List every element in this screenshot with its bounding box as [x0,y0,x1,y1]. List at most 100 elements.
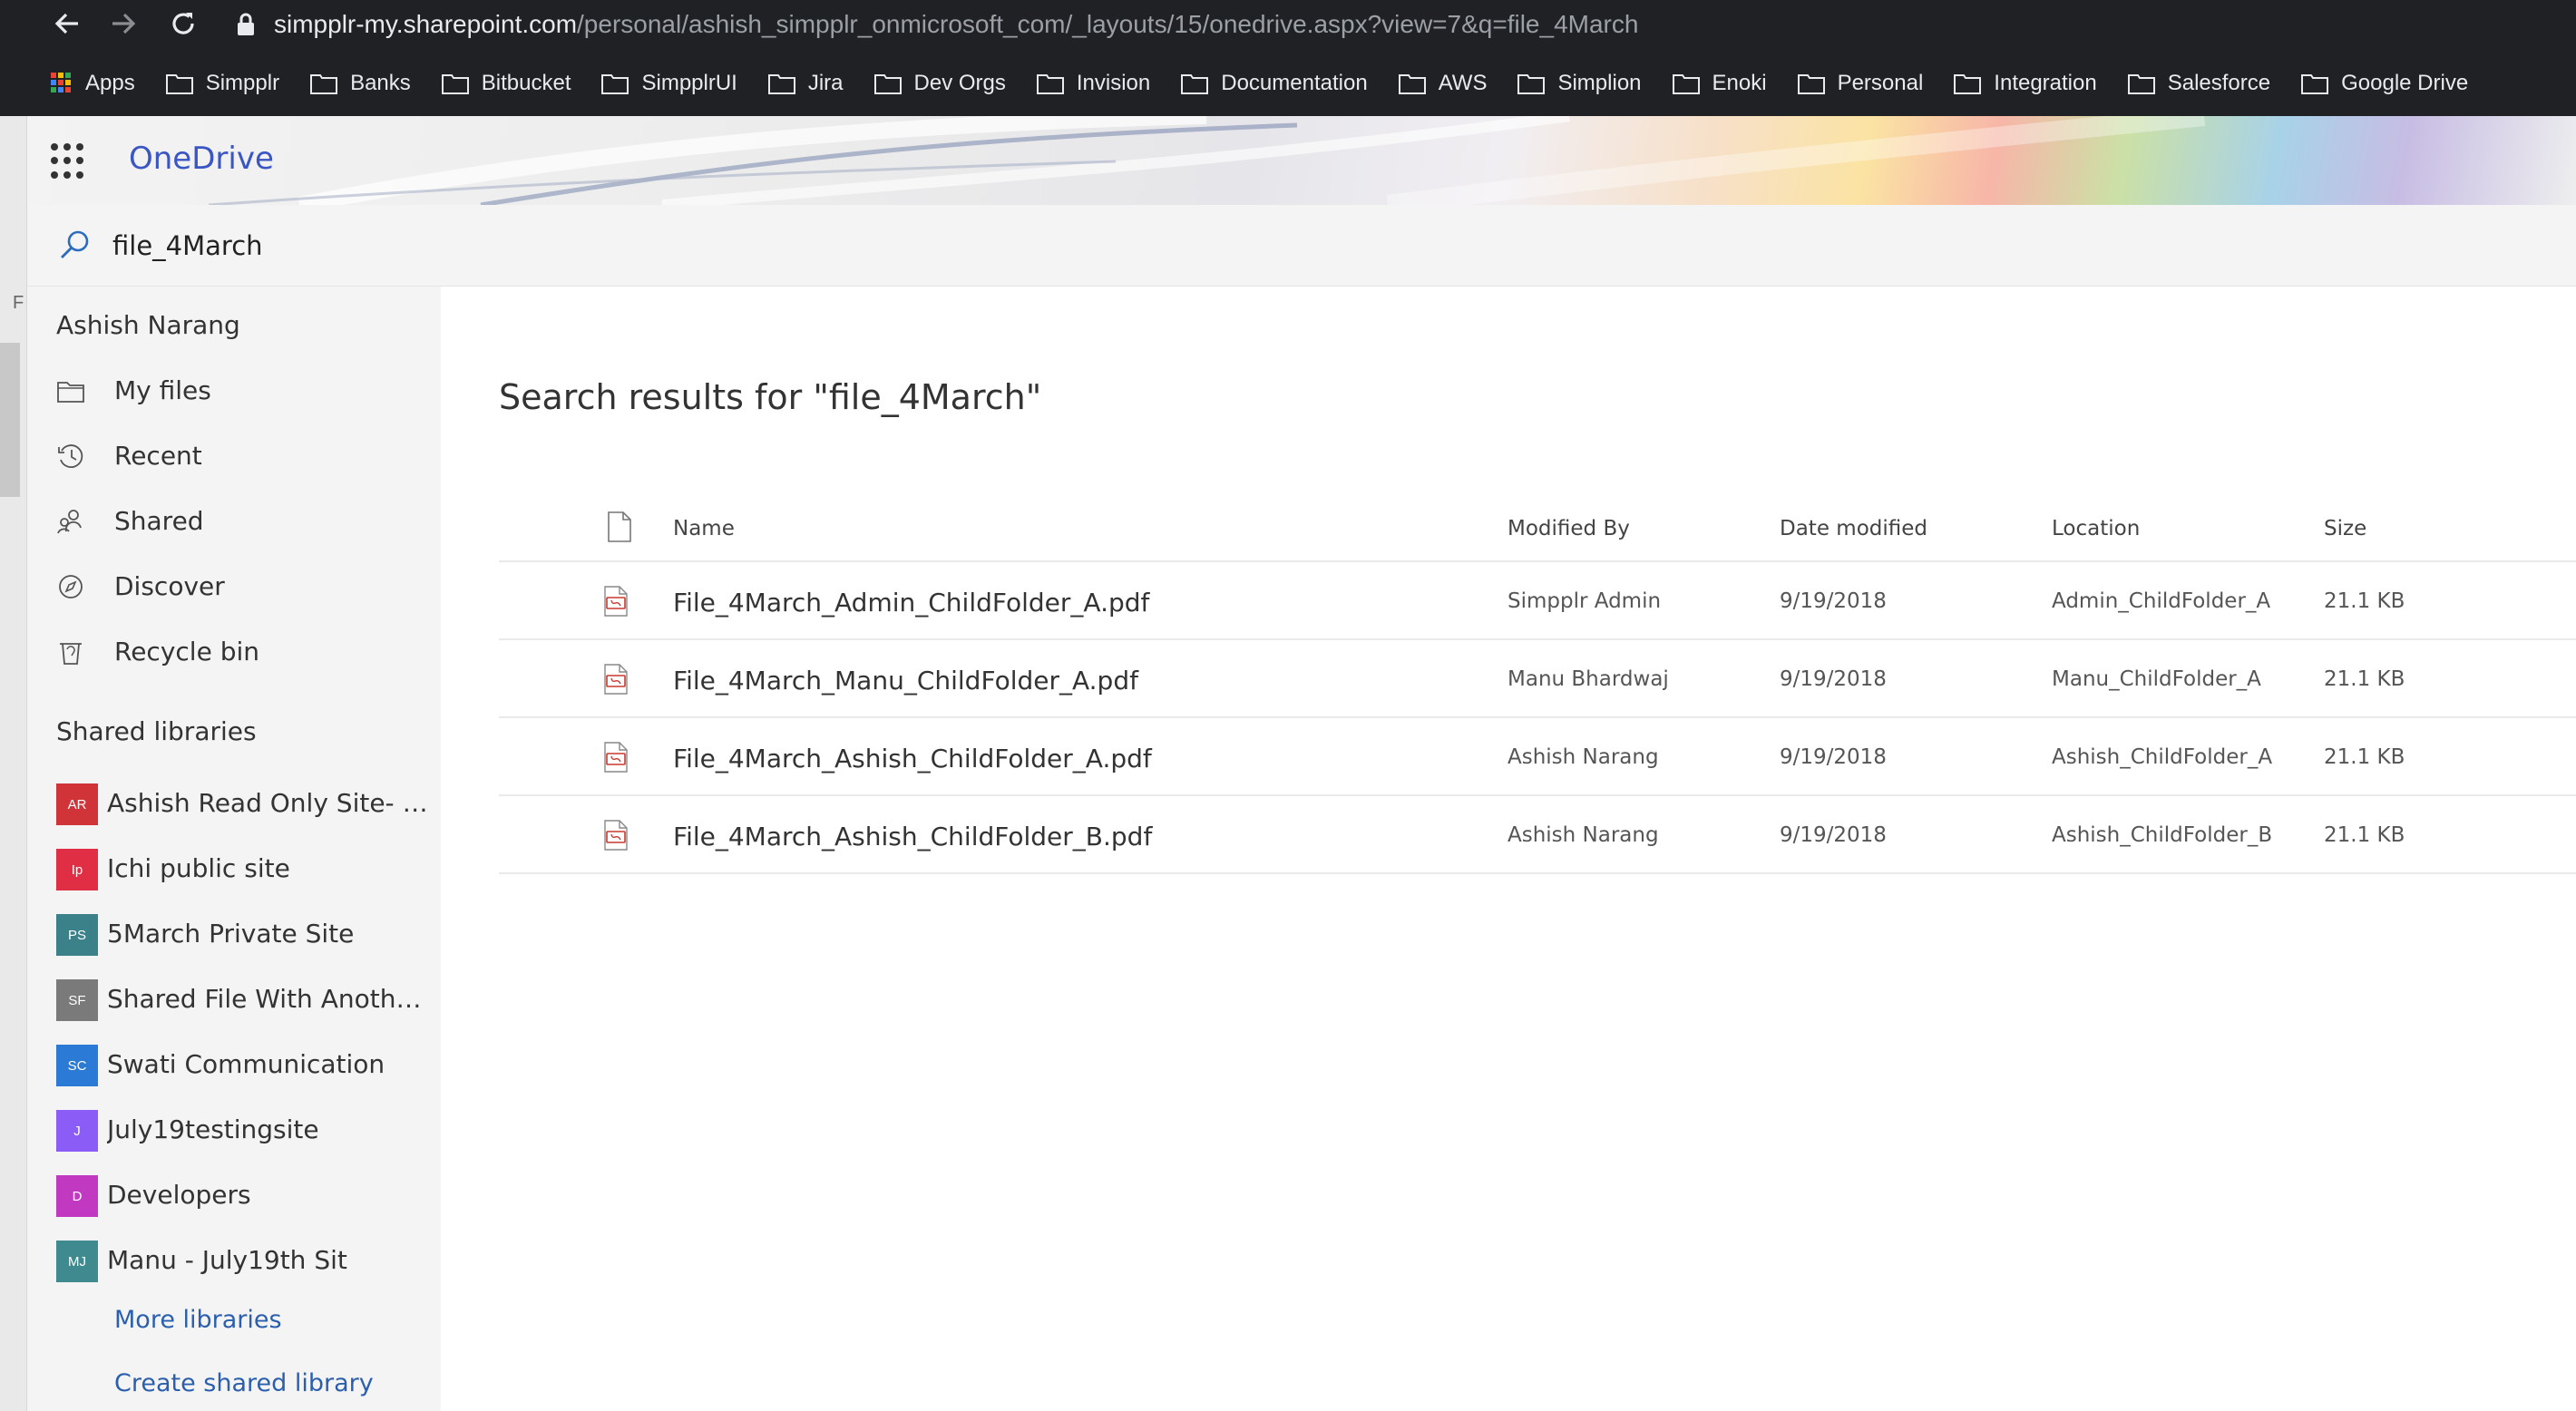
shared-library-item[interactable]: AR Ashish Read Only Site- Ashish Narang [27,773,441,831]
sidebar-item-label: Shared [114,505,204,536]
shared-library-item[interactable]: Ip Ichi public site [27,838,441,896]
sidebar-item-recent[interactable]: Recent [27,426,441,484]
date-modified-cell: 9/19/2018 [1780,667,1887,691]
url-path: /personal/ashish_simpplr_onmicrosoft_com… [577,10,1639,38]
search-icon[interactable] [58,229,91,261]
shared-library-item[interactable]: PS 5March Private Site [27,903,441,961]
shared-library-item[interactable]: MJ Manu - July19th Sit [27,1230,441,1288]
bookmark-label: Google Drive [2341,71,2469,95]
folder-icon [2301,74,2329,94]
forward-button[interactable] [105,5,141,42]
location-cell[interactable]: Ashish_ChildFolder_B [2052,823,2272,847]
bookmark-folder[interactable]: Salesforce [2127,71,2270,96]
browser-toolbar: simpplr-my.sharepoint.com/personal/ashis… [0,0,2576,116]
shared-library-item[interactable]: SC Swati Communication [27,1034,441,1092]
shared-library-item[interactable]: SF Shared File With Another User [27,968,441,1027]
bookmark-folder[interactable]: Bitbucket [441,71,571,96]
column-header-location[interactable]: Location [2052,517,2140,540]
modified-by-cell: Ashish Narang [1508,823,1659,847]
modified-by-cell: Manu Bhardwaj [1508,667,1669,691]
folder-icon [1181,74,1209,94]
page-title: Search results for "file_4March" [499,377,1042,417]
reload-button[interactable] [165,5,201,42]
shared-library-item[interactable]: J July19testingsite [27,1099,441,1157]
shared-library-label: Manu - July19th Sit [107,1245,347,1275]
sidebar-item-label: My files [114,375,211,405]
pdf-file-icon [604,820,628,851]
location-cell[interactable]: Manu_ChildFolder_A [2052,667,2261,691]
shared-library-label: July19testingsite [107,1114,319,1144]
folder-icon [1036,74,1064,94]
folder-icon [310,74,338,94]
folder-icon [1398,74,1426,94]
bookmark-folder[interactable]: Banks [310,71,411,96]
bookmark-folder[interactable]: Personal [1797,71,1924,96]
site-avatar: D [56,1175,98,1217]
folder-icon [1797,74,1825,94]
file-name-link[interactable]: File_4March_Ashish_ChildFolder_B.pdf [673,822,1152,851]
bookmark-folder[interactable]: SimpplrUI [601,71,737,96]
bookmark-label: Apps [85,71,135,95]
column-header-date-modified[interactable]: Date modified [1780,517,1927,540]
bookmark-label: Banks [350,71,411,95]
main-content: Search results for "file_4March" Name Mo… [441,287,2576,1411]
sidebar-item-recycle-bin[interactable]: Recycle bin [27,622,441,680]
column-header-modified-by[interactable]: Modified By [1508,517,1630,540]
bookmark-folder[interactable]: Simplion [1517,71,1642,96]
file-name-link[interactable]: File_4March_Admin_ChildFolder_A.pdf [673,588,1149,618]
site-avatar: SF [56,979,98,1021]
bookmark-folder[interactable]: AWS [1398,71,1487,96]
apps-grid-icon [51,73,71,92]
lock-icon [238,13,254,35]
create-shared-library-link[interactable]: Create shared library [114,1369,374,1397]
bookmark-folder[interactable]: Jira [767,71,844,96]
address-bar[interactable]: simpplr-my.sharepoint.com/personal/ashis… [236,4,1638,45]
shared-library-label: Shared File With Another User [107,984,434,1014]
table-row[interactable]: File_4March_Ashish_ChildFolder_B.pdf Ashi… [499,796,2576,874]
header-banner-graphic [208,116,2206,205]
bookmark-folder[interactable]: Documentation [1181,71,1368,96]
bookmark-label: Enoki [1712,71,1767,95]
location-cell[interactable]: Admin_ChildFolder_A [2052,589,2270,613]
url-host: simpplr-my.sharepoint.com [274,10,578,38]
search-input[interactable] [112,225,838,267]
background-window-bar [0,343,20,497]
bookmark-folder[interactable]: Integration [1954,71,2097,96]
people-icon [57,510,82,534]
bookmark-folder[interactable]: Invision [1036,71,1151,96]
more-libraries-link[interactable]: More libraries [114,1306,282,1334]
bookmark-folder[interactable]: Google Drive [2301,71,2468,96]
bookmark-label: SimpplrUI [641,71,737,95]
sidebar-item-label: Recycle bin [114,636,259,667]
bookmark-folder[interactable]: Simpplr [165,71,279,96]
table-row[interactable]: File_4March_Manu_ChildFolder_A.pdf Manu B… [499,640,2576,718]
recycle-bin-icon [60,643,82,665]
column-header-size[interactable]: Size [2324,517,2366,540]
bookmark-label: Invision [1076,71,1151,95]
table-row[interactable]: File_4March_Admin_ChildFolder_A.pdf Simpp… [499,562,2576,640]
date-modified-cell: 9/19/2018 [1780,823,1887,847]
bookmark-folder[interactable]: Dev Orgs [873,71,1006,96]
sidebar-item-my-files[interactable]: My files [27,361,441,419]
shared-library-label: Ichi public site [107,853,290,883]
table-body: File_4March_Admin_ChildFolder_A.pdf Simpp… [499,562,2576,874]
sidebar-item-discover[interactable]: Discover [27,557,441,615]
bookmark-folder[interactable]: Enoki [1672,71,1767,96]
location-cell[interactable]: Ashish_ChildFolder_A [2052,745,2272,769]
folder-icon [873,74,902,94]
sidebar-item-label: Discover [114,570,225,601]
file-name-link[interactable]: File_4March_Manu_ChildFolder_A.pdf [673,666,1138,696]
folder-icon [165,74,193,94]
back-button[interactable] [49,5,85,42]
bookmark-apps[interactable]: Apps [51,71,135,96]
file-name-link[interactable]: File_4March_Ashish_ChildFolder_A.pdf [673,744,1152,774]
file-type-icon[interactable] [608,511,631,542]
sidebar-item-shared[interactable]: Shared [27,491,441,550]
shared-library-item[interactable]: D Developers [27,1164,441,1222]
app-launcher-waffle-icon[interactable] [51,143,87,180]
app-title[interactable]: OneDrive [129,141,274,177]
date-modified-cell: 9/19/2018 [1780,745,1887,769]
bookmark-label: Personal [1837,71,1924,95]
column-header-name[interactable]: Name [673,517,735,540]
table-row[interactable]: File_4March_Ashish_ChildFolder_A.pdf Ashi… [499,718,2576,796]
